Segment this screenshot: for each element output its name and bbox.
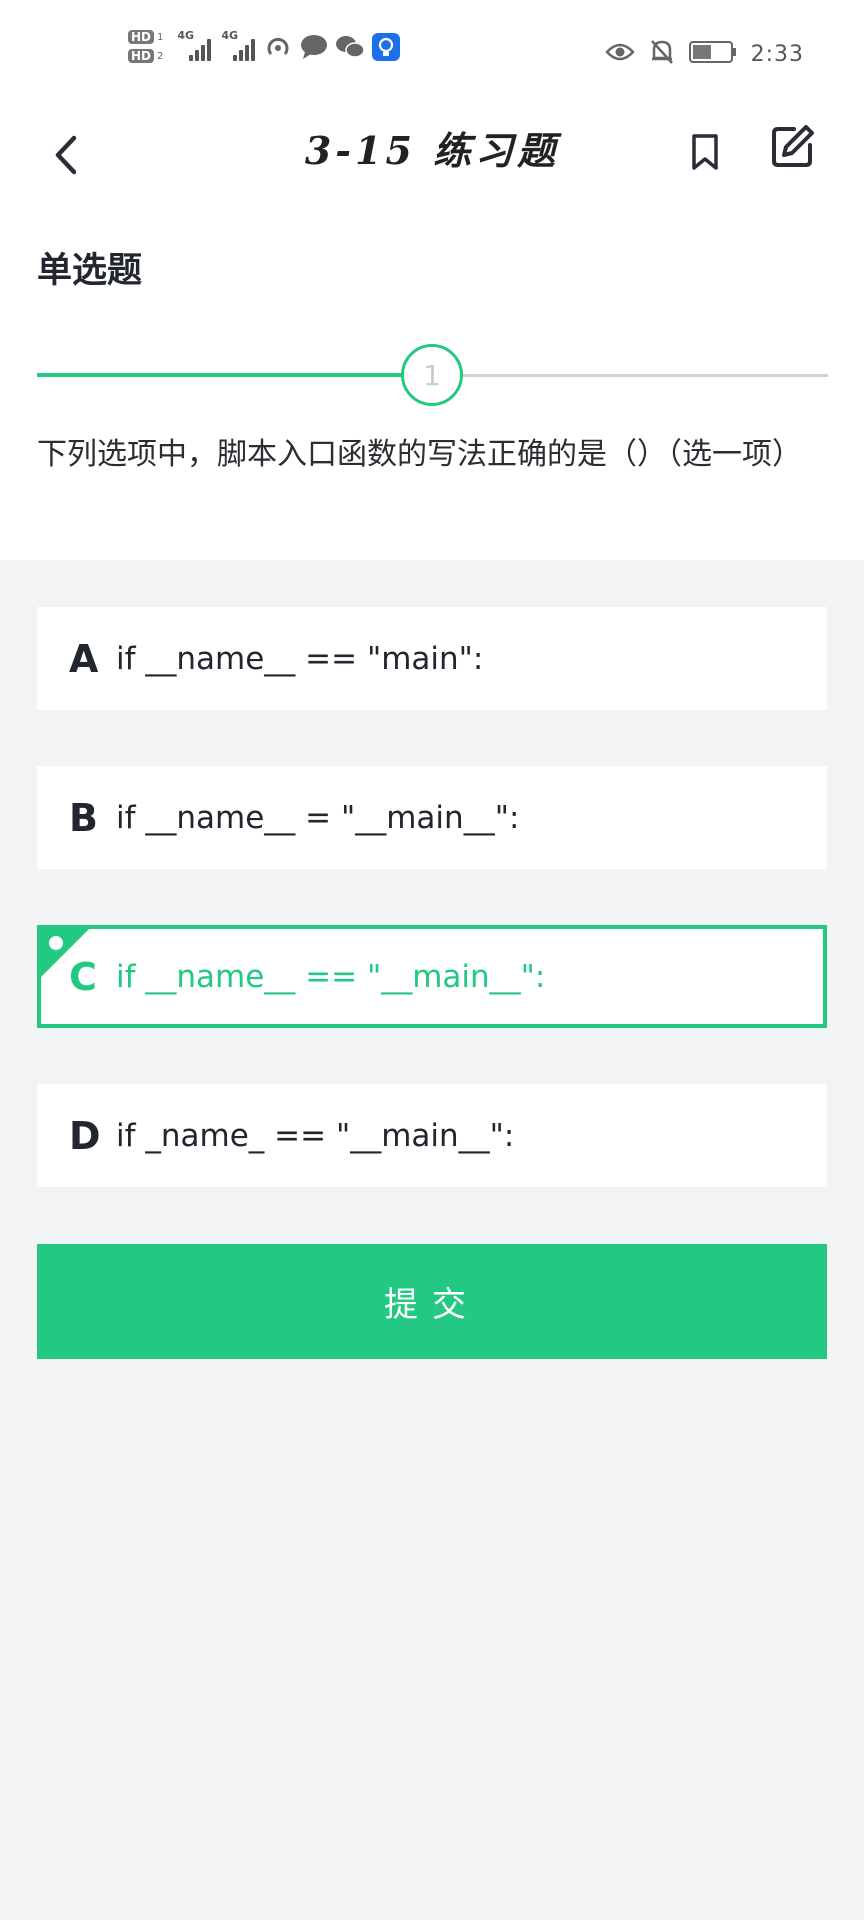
submit-button[interactable]: 提交 xyxy=(37,1244,827,1359)
selected-dot-icon xyxy=(49,936,63,950)
battery-icon xyxy=(688,40,737,68)
option-text: if __name__ == "main": xyxy=(116,640,484,677)
network-label: 4G xyxy=(177,28,195,42)
option-text: if __name__ = "__main__": xyxy=(116,799,520,836)
wechat-icon xyxy=(335,32,366,62)
status-bar: HD 1 HD 2 4G 4G 2:33 xyxy=(0,0,864,110)
page-title: 3-15 练习题 xyxy=(304,128,560,173)
option-d[interactable]: D if _name_ == "__main__": xyxy=(37,1084,827,1187)
question-type: 单选题 xyxy=(37,251,143,291)
signal-icon: 4G xyxy=(177,29,213,61)
sim-number: 2 xyxy=(157,50,164,62)
option-c[interactable]: C if __name__ == "__main__": xyxy=(37,925,827,1028)
question-text: 下列选项中，脚本入口函数的写法正确的是（）（选一项） xyxy=(37,437,802,472)
question-number-badge: 1 xyxy=(401,344,463,406)
bell-muted-icon xyxy=(649,38,675,70)
status-left: HD 1 HD 2 4G 4G xyxy=(128,29,401,63)
progress-remaining xyxy=(460,374,828,377)
sim-number: 1 xyxy=(157,31,164,43)
signal-icon: 4G xyxy=(221,29,257,61)
option-letter: C xyxy=(69,954,97,999)
option-b[interactable]: B if __name__ = "__main__": xyxy=(37,766,827,869)
hd-badge: HD xyxy=(128,49,155,63)
clock: 2:33 xyxy=(750,41,804,67)
edit-icon xyxy=(772,125,814,167)
app-header: 3-15 练习题 xyxy=(0,110,864,210)
option-letter: A xyxy=(69,636,99,681)
network-label: 4G xyxy=(221,28,239,42)
hotspot-icon xyxy=(263,32,293,62)
status-right: 2:33 xyxy=(604,38,804,70)
progress-completed xyxy=(37,373,403,377)
lightbulb-app-icon xyxy=(371,32,401,62)
hd-badge: HD xyxy=(128,30,155,44)
bookmark-icon xyxy=(692,134,718,170)
option-a[interactable]: A if __name__ == "main": xyxy=(37,607,827,710)
message-icon xyxy=(299,32,329,62)
option-text: if _name_ == "__main__": xyxy=(116,1117,515,1154)
edit-button[interactable] xyxy=(766,116,820,176)
eye-icon xyxy=(604,41,635,67)
hd-indicators: HD 1 HD 2 xyxy=(128,30,163,63)
option-letter: D xyxy=(69,1113,101,1158)
bookmark-button[interactable] xyxy=(680,122,730,182)
option-letter: B xyxy=(69,795,98,840)
option-text: if __name__ == "__main__": xyxy=(116,958,546,995)
